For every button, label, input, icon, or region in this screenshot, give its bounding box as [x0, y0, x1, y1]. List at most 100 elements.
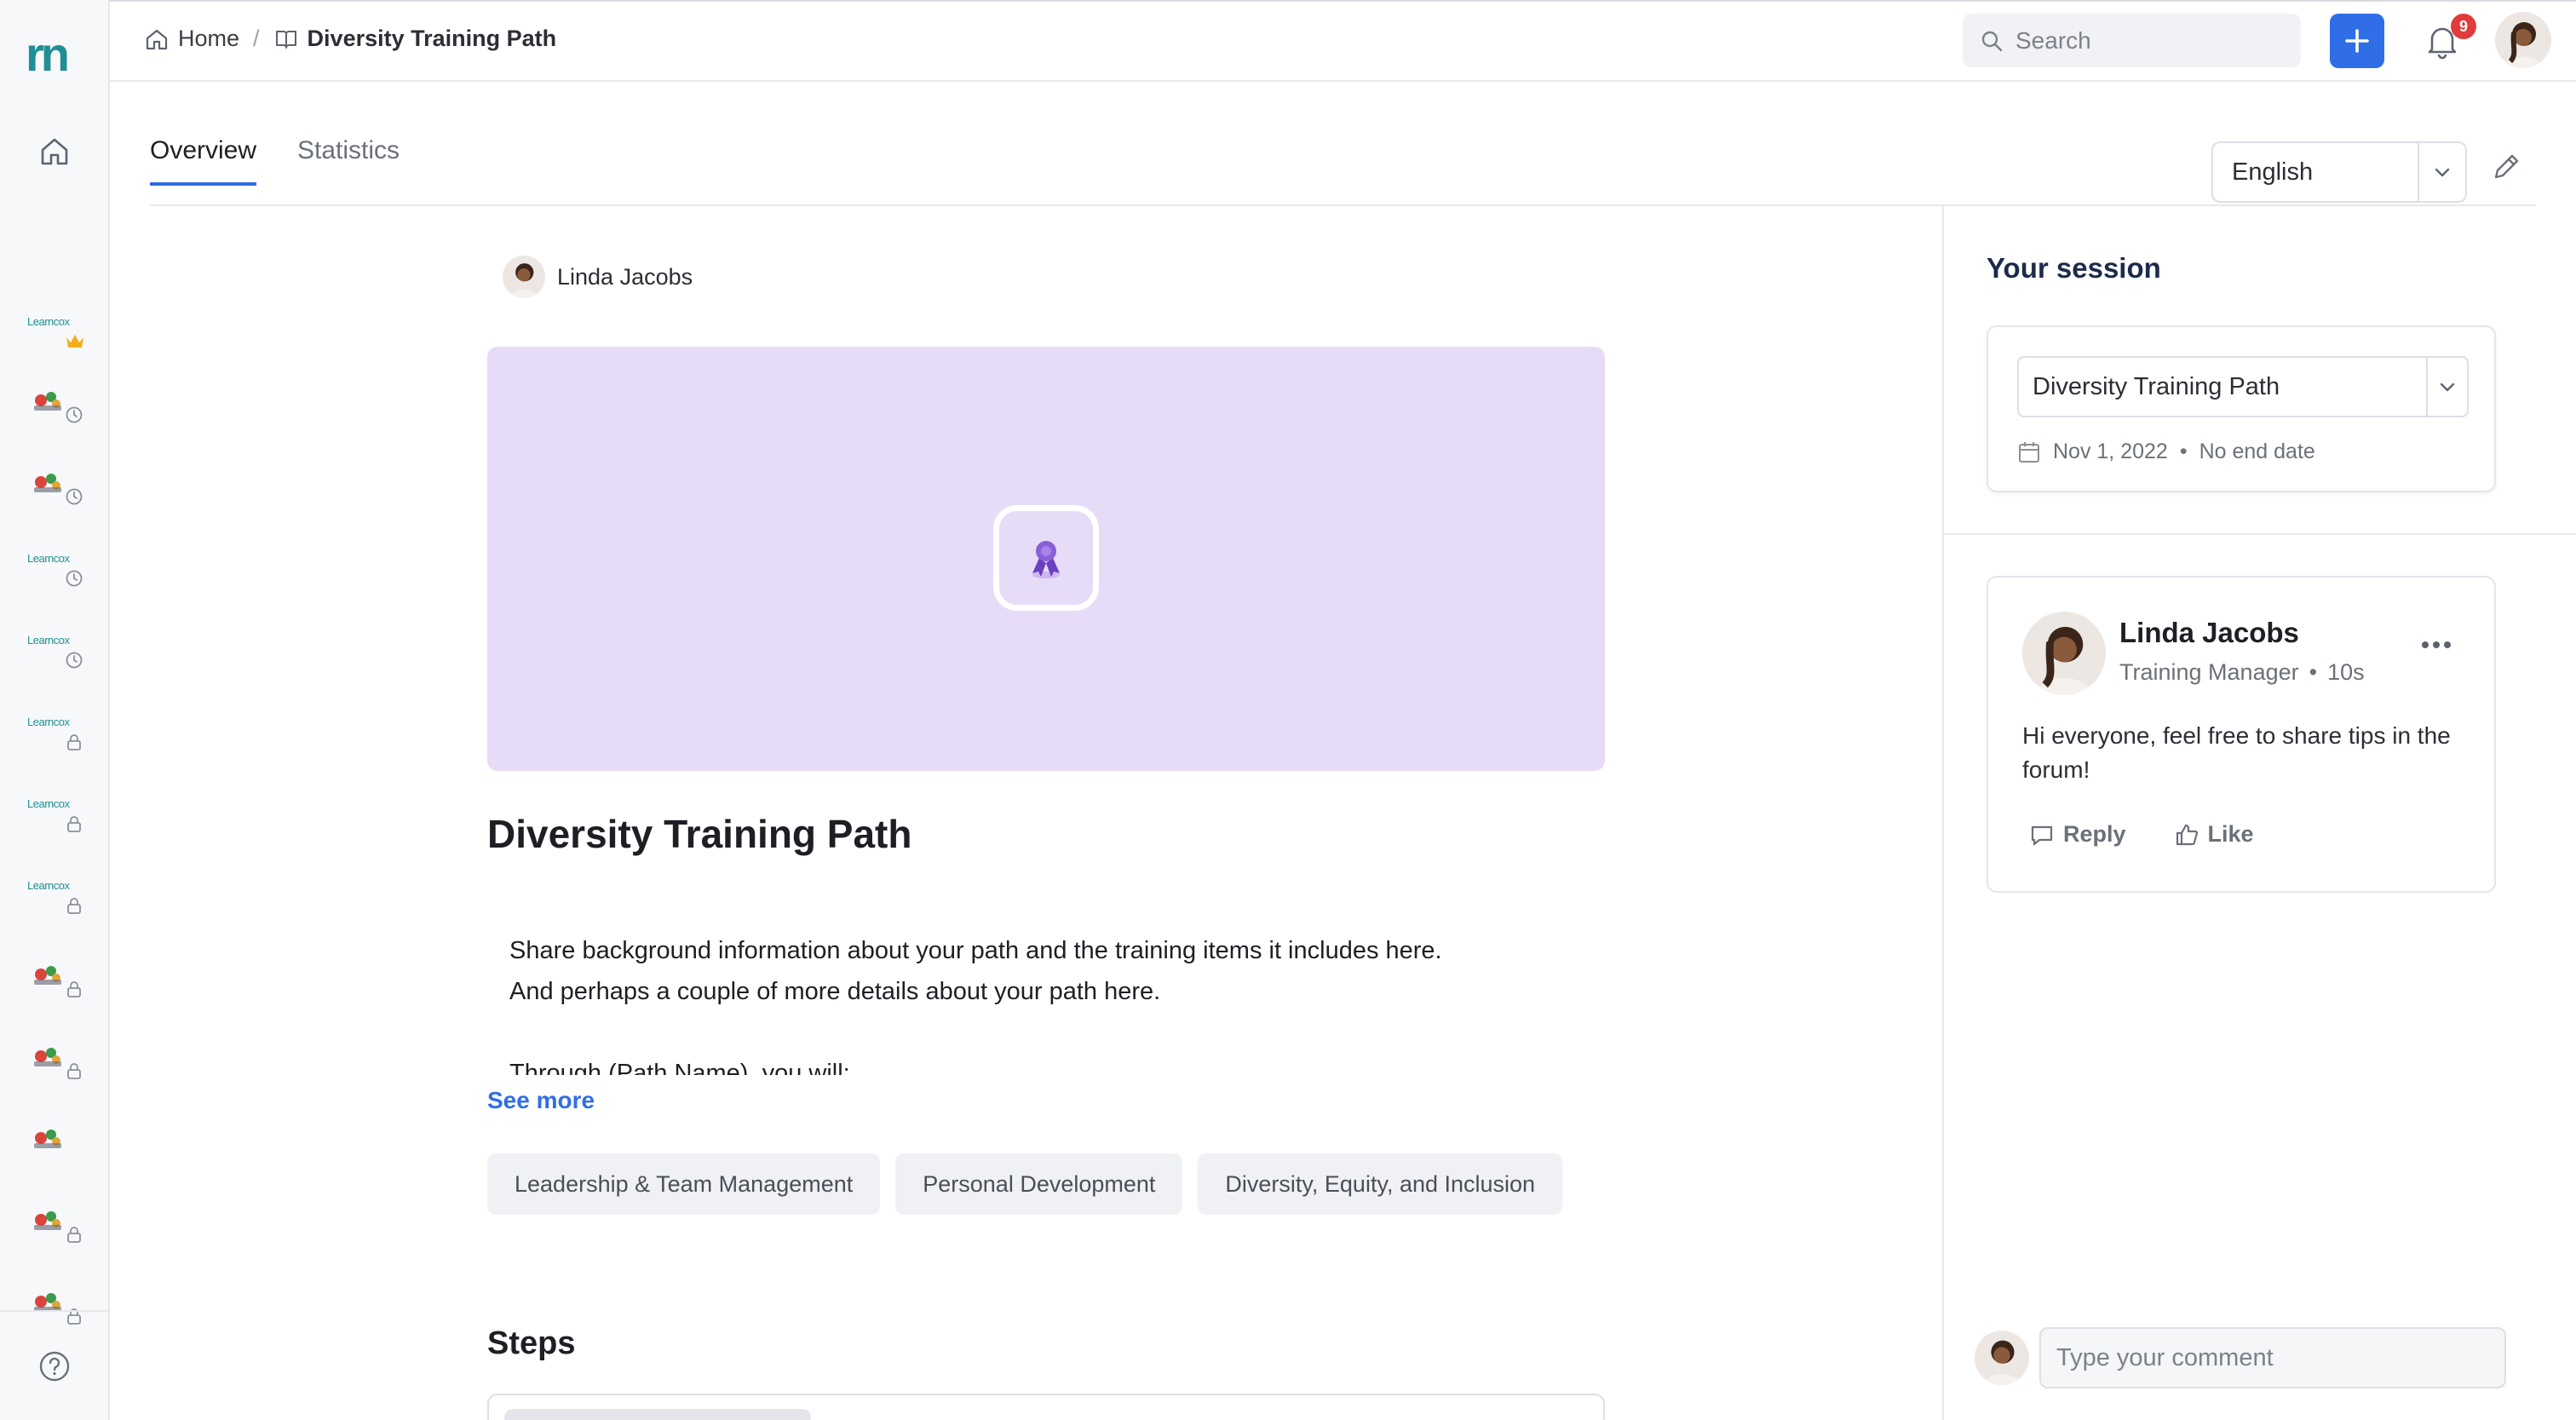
lock-icon — [65, 1061, 83, 1080]
help-icon[interactable] — [37, 1349, 72, 1383]
workspace-image — [29, 382, 66, 419]
session-heading: Your session — [1987, 252, 2161, 284]
workspace-item[interactable]: Learncox — [26, 627, 85, 678]
breadcrumb: Home / Diversity Training Path — [144, 26, 556, 52]
lock-icon — [65, 980, 83, 998]
post-body: Hi everyone, feel free to share tips in … — [2022, 722, 2451, 783]
clock-icon — [65, 405, 83, 424]
description-line: And perhaps a couple of more details abo… — [509, 978, 1161, 1005]
steps-heading: Steps — [487, 1325, 576, 1361]
thumbs-up-icon — [2176, 824, 2198, 845]
path-cover-image — [487, 347, 1605, 771]
workspace-item[interactable] — [26, 956, 85, 1007]
like-button[interactable]: Like — [2174, 821, 2254, 848]
workspace-logo: Learncox — [27, 797, 70, 810]
chevron-down-icon — [2418, 143, 2465, 201]
search-input[interactable] — [2015, 26, 2288, 55]
workspace-item[interactable]: Learncox — [26, 308, 85, 359]
description-line: Share background information about your … — [509, 937, 1442, 964]
user-avatar[interactable] — [2495, 12, 2551, 68]
session-select[interactable]: Diversity Training Path — [2017, 356, 2469, 417]
workspace-item[interactable] — [26, 382, 85, 433]
notifications-button[interactable]: 9 — [2425, 14, 2476, 60]
path-title: Diversity Training Path — [487, 812, 912, 856]
tab-overview[interactable]: Overview — [150, 136, 257, 186]
lock-icon — [65, 733, 83, 751]
ribbon-award-icon — [993, 505, 1099, 611]
language-value: English — [2232, 158, 2314, 186]
tag-chip[interactable]: Diversity, Equity, and Inclusion — [1198, 1153, 1563, 1215]
language-select[interactable]: English — [2211, 141, 2467, 203]
path-author: Linda Jacobs — [503, 256, 693, 298]
clock-icon — [65, 651, 83, 670]
workspace-item[interactable]: Learncox — [26, 709, 85, 760]
chevron-down-icon — [2426, 358, 2467, 416]
workspace-item[interactable] — [26, 463, 85, 515]
see-more-link[interactable]: See more — [487, 1087, 595, 1114]
description-line: Through (Path Name), you will: — [509, 1060, 850, 1075]
book-icon — [275, 30, 296, 49]
step-card[interactable] — [487, 1394, 1605, 1420]
workspace-logo: Learncox — [27, 315, 70, 328]
calendar-icon — [2019, 441, 2039, 463]
post-meta: Training Manager • 10s — [2119, 659, 2365, 685]
workspace-item[interactable]: Learncox — [26, 872, 85, 923]
comment-input[interactable] — [2039, 1327, 2506, 1388]
post-author-avatar[interactable] — [2022, 612, 2106, 695]
top-bar: Home / Diversity Training Path 9 — [110, 0, 2576, 82]
clock-icon — [65, 569, 83, 588]
workspace-image — [29, 1201, 66, 1239]
workspace-item[interactable] — [26, 1201, 85, 1252]
workspace-item[interactable]: Learncox — [26, 545, 85, 596]
author-avatar — [503, 256, 545, 298]
workspace-item[interactable]: Learncox — [26, 790, 85, 842]
tag-chip[interactable]: Leadership & Team Management — [487, 1153, 881, 1215]
workspace-logo: Learncox — [27, 634, 70, 647]
post-author-name[interactable]: Linda Jacobs — [2119, 617, 2299, 649]
session-card: Diversity Training Path Nov 1, 2022 • No… — [1987, 325, 2496, 492]
workspace-logo: Learncox — [27, 879, 70, 892]
commenter-avatar — [1975, 1331, 2029, 1385]
workspace-logo: Learncox — [27, 552, 70, 565]
panel-divider — [1944, 533, 2576, 535]
post-time: 10s — [2327, 659, 2365, 685]
workspace-logo: Learncox — [27, 716, 70, 728]
crown-icon — [65, 332, 83, 351]
tab-bar: Overview Statistics — [150, 136, 400, 186]
reply-button[interactable]: Reply — [2029, 821, 2126, 848]
breadcrumb-home[interactable]: Home — [178, 26, 239, 52]
rail-divider — [0, 1310, 110, 1312]
lock-icon — [65, 814, 83, 833]
workspace-image — [29, 1119, 66, 1157]
search-icon — [1981, 31, 2003, 51]
breadcrumb-separator: / — [253, 26, 260, 51]
like-label: Like — [2207, 821, 2254, 847]
session-value: Diversity Training Path — [2033, 372, 2280, 400]
pencil-icon[interactable] — [2489, 150, 2527, 187]
plus-icon — [2345, 29, 2369, 53]
workspace-image — [29, 463, 66, 501]
post-actions: Reply Like — [2029, 821, 2254, 848]
left-rail: rn Learncox Learncox Learncox Learncox Learn… — [0, 0, 110, 1420]
notification-count-badge: 9 — [2451, 14, 2476, 39]
author-name[interactable]: Linda Jacobs — [557, 264, 693, 290]
home-icon[interactable] — [37, 135, 72, 169]
search-box[interactable] — [1963, 14, 2301, 67]
workspace-item[interactable] — [26, 1283, 85, 1334]
lock-icon — [65, 896, 83, 915]
comment-icon — [2031, 825, 2053, 845]
tag-chip[interactable]: Personal Development — [895, 1153, 1183, 1215]
reply-label: Reply — [2063, 821, 2126, 847]
app-logo[interactable]: rn — [26, 31, 70, 78]
forum-post: Linda Jacobs Training Manager • 10s Hi eve… — [1987, 576, 2496, 893]
breadcrumb-current: Diversity Training Path — [307, 26, 557, 51]
workspace-item[interactable] — [26, 1038, 85, 1089]
create-button[interactable] — [2330, 14, 2384, 68]
post-author-role: Training Manager — [2119, 659, 2299, 685]
session-end-date: No end date — [2199, 440, 2315, 463]
comment-composer — [1975, 1327, 2506, 1388]
path-description: Share background information about your … — [509, 930, 1574, 1075]
workspace-item[interactable] — [26, 1119, 85, 1170]
tab-statistics[interactable]: Statistics — [297, 136, 400, 186]
more-options-icon[interactable] — [2419, 639, 2453, 651]
